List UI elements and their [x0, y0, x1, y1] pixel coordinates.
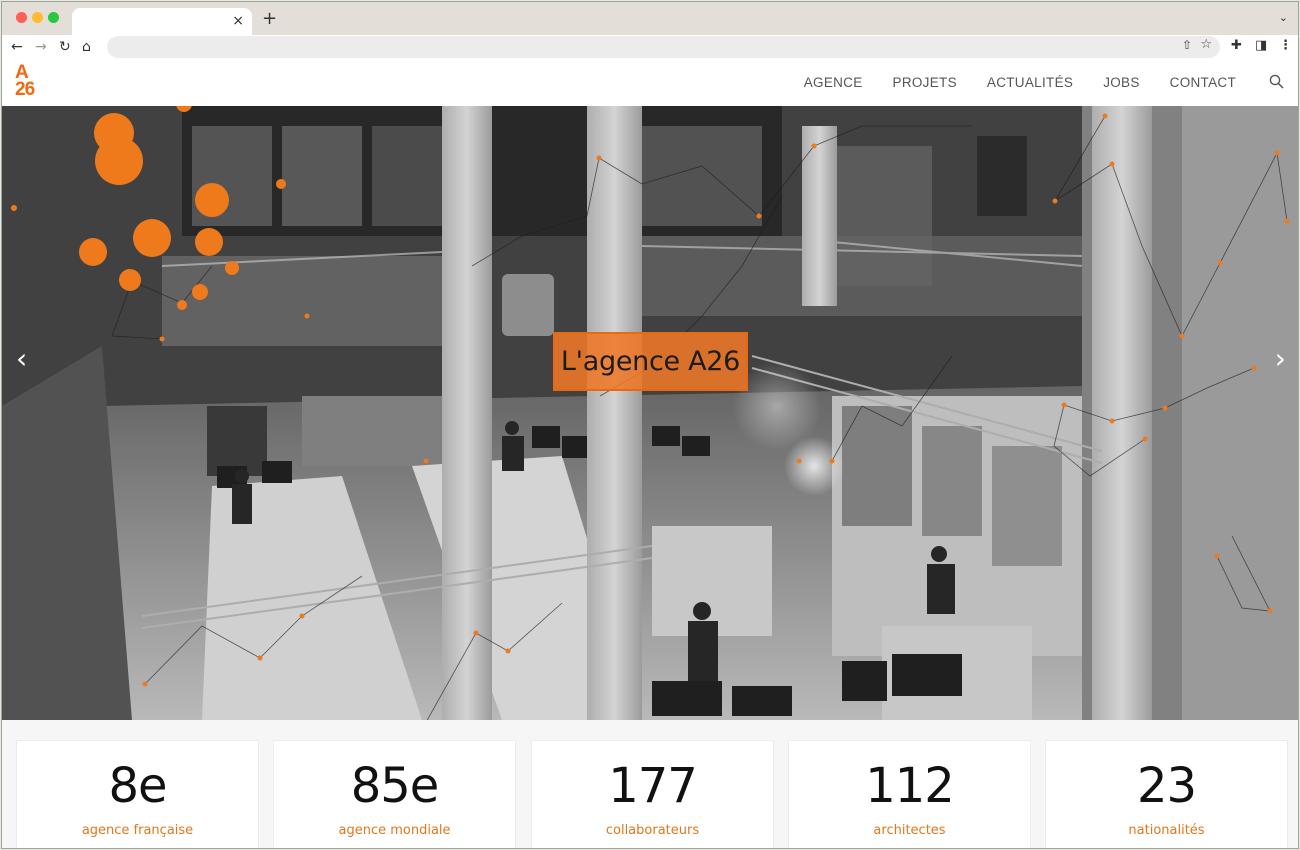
slider-next-arrow[interactable]: › — [1275, 344, 1286, 374]
stat-card: 23 nationalités — [1045, 740, 1288, 848]
close-window-button[interactable] — [16, 12, 27, 23]
browser-toolbar: ← → ↻ ⌂ ⇧ ☆ ✚ ◨ ⋮ — [2, 35, 1298, 59]
hero-title: L'agence A26 — [560, 346, 741, 377]
main-nav: AGENCE PROJETS ACTUALITÉS JOBS CONTACT — [774, 75, 1236, 90]
stats-section: 8e agence française 85e agence mondiale … — [2, 720, 1298, 848]
stat-card: 112 architectes — [788, 740, 1031, 848]
bookmark-star-icon[interactable]: ☆ — [1200, 37, 1212, 52]
zoom-window-button[interactable] — [48, 12, 59, 23]
stat-label: agence française — [81, 823, 194, 838]
tab-bar: × + ⌄ — [2, 2, 1298, 35]
active-tab[interactable]: × — [72, 8, 252, 35]
stat-value: 112 — [865, 758, 955, 814]
slider-prev-arrow[interactable]: ‹ — [16, 344, 27, 374]
back-arrow-icon[interactable]: ← — [11, 37, 23, 57]
forward-arrow-icon[interactable]: → — [35, 37, 47, 57]
hero-title-box: L'agence A26 — [553, 332, 748, 391]
browser-menu-icon[interactable]: ⋮ — [1279, 38, 1292, 53]
nav-jobs[interactable]: JOBS — [1103, 75, 1139, 90]
stat-value: 177 — [608, 758, 698, 814]
stat-card: 8e agence française — [16, 740, 259, 848]
address-bar[interactable]: ⇧ ☆ — [107, 36, 1220, 58]
nav-projets[interactable]: PROJETS — [893, 75, 957, 90]
stat-label: architectes — [873, 823, 946, 838]
stat-card: 177 collaborateurs — [531, 740, 774, 848]
stat-label: agence mondiale — [338, 823, 451, 838]
logo-number: 26 — [15, 79, 35, 100]
stat-value: 23 — [1136, 758, 1197, 814]
share-icon[interactable]: ⇧ — [1182, 38, 1192, 52]
stat-card: 85e agence mondiale — [273, 740, 516, 848]
minimize-window-button[interactable] — [32, 12, 43, 23]
search-icon[interactable] — [1269, 74, 1284, 89]
tab-close-icon[interactable]: × — [232, 12, 244, 30]
stat-value: 8e — [108, 758, 167, 814]
stat-label: nationalités — [1128, 823, 1205, 838]
nav-contact[interactable]: CONTACT — [1170, 75, 1236, 90]
home-icon[interactable]: ⌂ — [82, 37, 91, 57]
a26-logo[interactable]: A 26 — [14, 63, 54, 100]
new-tab-button[interactable]: + — [262, 8, 277, 30]
side-panel-icon[interactable]: ◨ — [1255, 38, 1267, 53]
extensions-puzzle-icon[interactable]: ✚ — [1231, 38, 1242, 53]
browser-window: × + ⌄ ← → ↻ ⌂ ⇧ ☆ ✚ ◨ ⋮ A 26 AGENCE PROJ… — [1, 1, 1299, 849]
reload-icon[interactable]: ↻ — [59, 37, 71, 57]
hero-slider: ‹ › L'agence A26 — [2, 106, 1298, 720]
nav-actualites[interactable]: ACTUALITÉS — [987, 75, 1073, 90]
office-photo — [2, 106, 1298, 720]
nav-agence[interactable]: AGENCE — [804, 75, 863, 90]
site-header: A 26 AGENCE PROJETS ACTUALITÉS JOBS CONT… — [2, 59, 1298, 106]
tab-search-chevron-icon[interactable]: ⌄ — [1279, 11, 1288, 24]
stat-value: 85e — [350, 758, 440, 814]
stat-label: collaborateurs — [605, 823, 700, 838]
